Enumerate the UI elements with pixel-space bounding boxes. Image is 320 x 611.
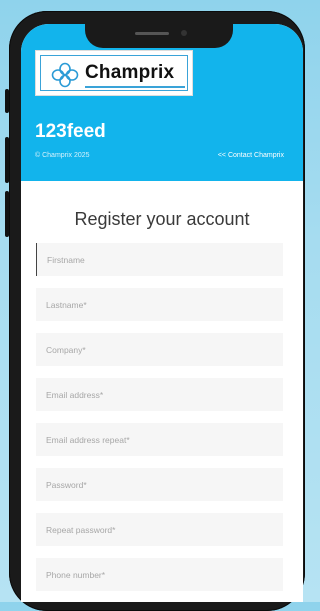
volume-down-button xyxy=(5,191,9,237)
lastname-input[interactable] xyxy=(36,288,283,321)
email-input[interactable] xyxy=(36,378,283,411)
mute-switch xyxy=(5,89,9,113)
volume-up-button xyxy=(5,137,9,183)
copyright-text: © Champrix 2025 xyxy=(35,152,90,159)
password-input[interactable] xyxy=(36,468,283,501)
repeat-password-input[interactable] xyxy=(36,513,283,546)
contact-champrix-link[interactable]: << Contact Champrix xyxy=(218,152,284,159)
champrix-logo[interactable]: Champrix xyxy=(35,50,193,96)
form-title: Register your account xyxy=(74,209,250,229)
logo-text: Champrix xyxy=(85,62,175,83)
phone-notch xyxy=(85,24,233,48)
phone-number-input[interactable] xyxy=(36,558,283,591)
company-input[interactable] xyxy=(36,333,283,366)
email-repeat-input[interactable] xyxy=(36,423,283,456)
logo-underline xyxy=(85,86,185,88)
clover-logo-icon xyxy=(51,62,79,88)
firstname-input[interactable] xyxy=(36,243,283,276)
phone-screen: Champrix 123feed © Champrix 2025 << Cont… xyxy=(21,24,303,602)
logo-frame: Champrix xyxy=(40,55,188,91)
brand-title: 123feed xyxy=(35,121,106,142)
speaker-grille xyxy=(135,32,169,35)
front-camera xyxy=(181,30,187,36)
